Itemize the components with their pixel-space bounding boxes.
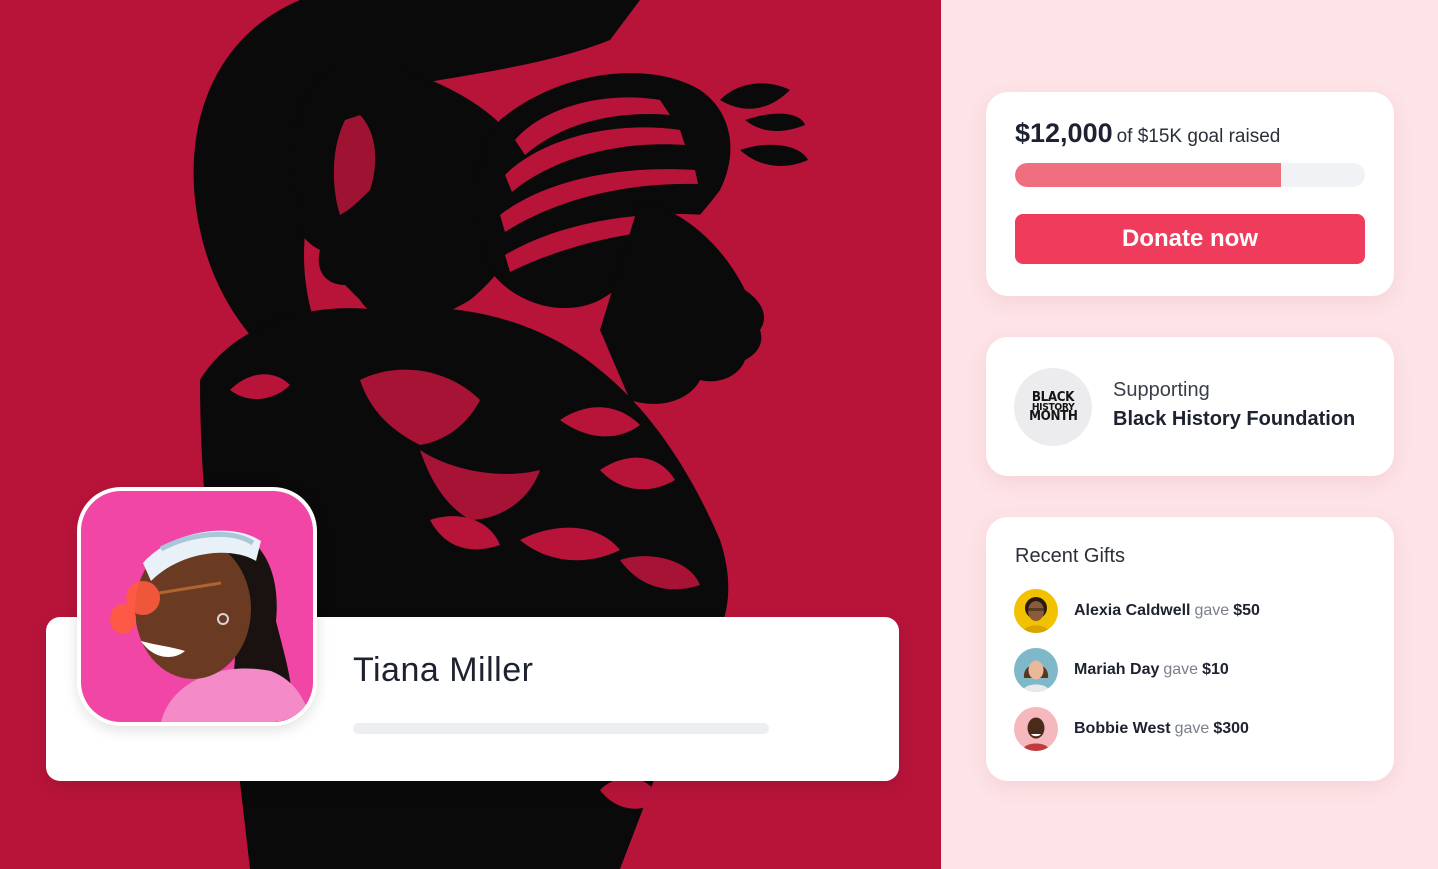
gift-amount: $10	[1202, 661, 1229, 678]
gift-amount: $300	[1213, 720, 1249, 737]
raised-amount: $12,000	[1015, 118, 1113, 148]
avatar-photo	[81, 491, 313, 722]
fundraiser-name[interactable]: Tiana Miller	[353, 651, 533, 690]
organization-card: BLACK HISTORY MONTH Supporting Black His…	[986, 337, 1394, 476]
gift-verb: gave	[1163, 661, 1199, 678]
organization-name[interactable]: Black History Foundation	[1113, 408, 1355, 431]
logo-line-3: MONTH	[1028, 408, 1078, 424]
donor-name: Mariah Day	[1074, 661, 1160, 678]
fundraiser-avatar	[77, 487, 317, 726]
gift-amount: $50	[1233, 602, 1260, 619]
gift-verb: gave	[1174, 720, 1210, 737]
donor-avatar	[1014, 648, 1058, 692]
donor-name: Alexia Caldwell	[1074, 602, 1191, 619]
goal-card: $12,000 of $15K goal raised Donate now	[986, 92, 1394, 296]
gift-row: Alexia Caldwell gave $50	[1014, 589, 1260, 633]
progress-bar	[1015, 163, 1365, 187]
gift-verb: gave	[1194, 602, 1230, 619]
gift-text: Mariah Day gave $10	[1074, 661, 1229, 679]
supporting-label: Supporting	[1113, 379, 1210, 401]
progress-fill	[1015, 163, 1281, 187]
gift-row: Bobbie West gave $300	[1014, 707, 1249, 751]
donor-avatar	[1014, 707, 1058, 751]
donor-avatar	[1014, 589, 1058, 633]
gift-row: Mariah Day gave $10	[1014, 648, 1229, 692]
goal-text: of $15K goal raised	[1116, 126, 1281, 147]
gift-text: Bobbie West gave $300	[1074, 720, 1249, 738]
goal-summary: $12,000 of $15K goal raised	[1015, 118, 1280, 149]
organization-logo: BLACK HISTORY MONTH	[1014, 368, 1092, 446]
gift-text: Alexia Caldwell gave $50	[1074, 602, 1260, 620]
donor-name: Bobbie West	[1074, 720, 1171, 737]
donate-button[interactable]: Donate now	[1015, 214, 1365, 264]
placeholder-bar	[353, 723, 769, 734]
recent-gifts-card: Recent Gifts Alexia Caldwell gave $50 Mari…	[986, 517, 1394, 781]
recent-gifts-title: Recent Gifts	[1015, 545, 1126, 567]
